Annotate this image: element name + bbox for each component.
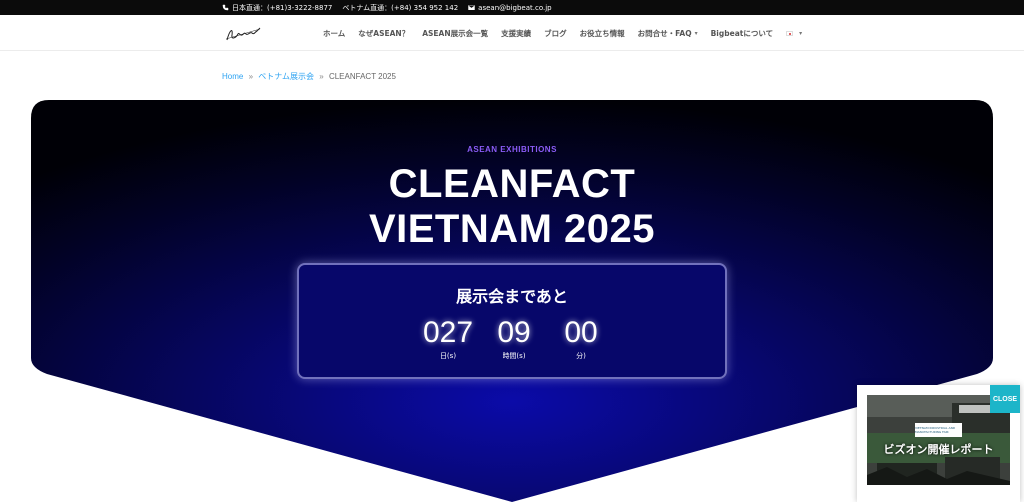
report-popup: VIETNAM INDUSTRIAL AND MANUFACTURING FAI… xyxy=(857,385,1020,502)
japan-flag-icon xyxy=(786,31,794,36)
nav-support-results[interactable]: 支援実績 xyxy=(501,28,531,39)
phone-icon xyxy=(222,4,229,11)
hero-eyebrow: ASEAN EXHIBITIONS xyxy=(467,145,557,154)
breadcrumb-separator: » xyxy=(319,72,324,81)
popup-event-logo: VIETNAM INDUSTRIAL AND MANUFACTURING FAI… xyxy=(915,423,962,437)
countdown-days-label: 日(s) xyxy=(439,352,457,360)
hero-title-line2: VIETNAM 2025 xyxy=(368,207,656,251)
breadcrumb-current: CLEANFACT 2025 xyxy=(328,72,396,81)
nav-about-bigbeat[interactable]: Bigbeatについて xyxy=(711,28,774,39)
popup-report-image[interactable]: VIETNAM INDUSTRIAL AND MANUFACTURING FAI… xyxy=(867,395,1010,485)
countdown-days: 027 日(s) xyxy=(417,317,479,361)
popup-image-caption: ビズオン開催レポート xyxy=(883,443,994,456)
phone-vietnam-text: ベトナム直通：(+84) 354 952 142 xyxy=(342,3,459,12)
site-header: ホーム なぜASEAN？ ASEAN展示会一覧 支援実績 ブログ お役立ち情報 … xyxy=(0,15,1024,51)
chevron-down-icon: ▾ xyxy=(694,30,698,37)
envelope-icon xyxy=(468,4,476,11)
countdown-title: 展示会まであと xyxy=(456,287,568,306)
phone-vietnam[interactable]: ベトナム直通：(+84) 354 952 142 xyxy=(342,3,458,13)
nav-useful-info[interactable]: お役立ち情報 xyxy=(580,28,625,39)
breadcrumb: Home » ベトナム展示会 » CLEANFACT 2025 xyxy=(222,71,396,82)
nav-blog[interactable]: ブログ xyxy=(544,28,567,39)
hero-title: CLEANFACT VIETNAM 2025 xyxy=(31,162,993,252)
nav-why-asean[interactable]: なぜASEAN？ xyxy=(358,28,409,39)
breadcrumb-home[interactable]: Home xyxy=(222,72,243,81)
phone-japan-text: 日本直通：(+81)3-3222-8877 xyxy=(232,3,333,12)
hero-section: ASEAN EXHIBITIONS CLEANFACT VIETNAM 2025… xyxy=(31,100,993,502)
booth-photo xyxy=(867,395,1010,485)
main-nav: ホーム なぜASEAN？ ASEAN展示会一覧 支援実績 ブログ お役立ち情報 … xyxy=(323,28,815,39)
countdown-hours-label: 時間(s) xyxy=(502,352,526,360)
popup-close-button[interactable]: CLOSE xyxy=(990,385,1020,413)
breadcrumb-separator: » xyxy=(248,72,254,81)
phone-japan[interactable]: 日本直通：(+81)3-3222-8877 xyxy=(222,3,332,13)
email-text: asean@bigbeat.co.jp xyxy=(478,3,552,12)
countdown-minutes-value: 00 xyxy=(564,316,598,349)
countdown-box: 展示会まであと 027 日(s) 09 時間(s) 00 分) xyxy=(297,263,727,379)
chevron-down-icon: ▾ xyxy=(799,30,803,37)
hero-title-line1: CLEANFACT xyxy=(388,162,636,206)
top-contact-bar: 日本直通：(+81)3-3222-8877 ベトナム直通：(+84) 354 9… xyxy=(0,0,1024,15)
countdown-hours: 09 時間(s) xyxy=(489,317,539,361)
email-link[interactable]: asean@bigbeat.co.jp xyxy=(468,3,552,12)
nav-asean-exhibitions[interactable]: ASEAN展示会一覧 xyxy=(422,28,488,39)
countdown-hours-value: 09 xyxy=(497,316,531,349)
countdown-days-value: 027 xyxy=(422,316,474,349)
nav-contact-faq[interactable]: お問合せ・FAQ ▾ xyxy=(638,28,698,39)
site-logo[interactable] xyxy=(224,25,262,43)
countdown-minutes: 00 分) xyxy=(556,317,606,361)
language-switcher[interactable]: ▾ xyxy=(786,28,802,39)
nav-home[interactable]: ホーム xyxy=(323,28,345,39)
breadcrumb-parent[interactable]: ベトナム展示会 xyxy=(258,72,314,81)
countdown-minutes-label: 分) xyxy=(576,352,586,360)
